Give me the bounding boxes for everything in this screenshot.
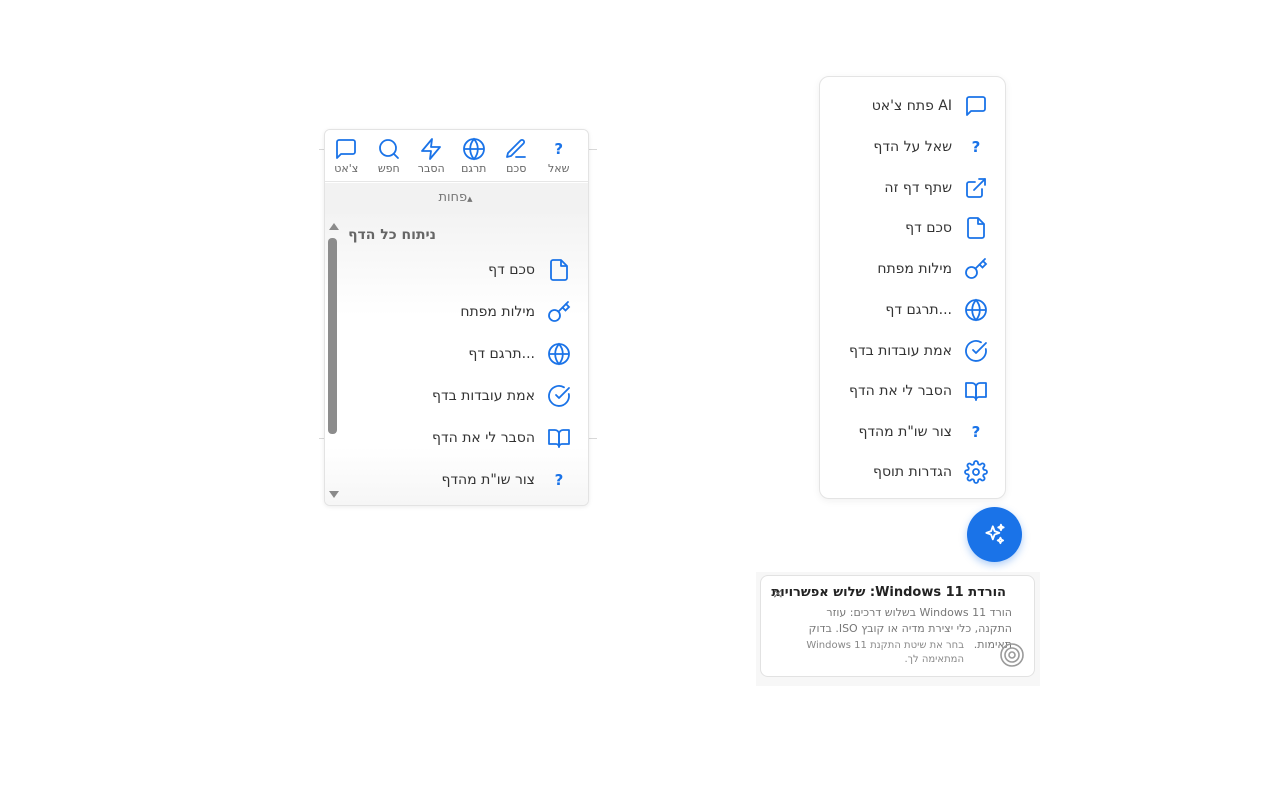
section-title: ניתוח כל הדף xyxy=(348,227,436,243)
item-label: צור שו"ת מהדף xyxy=(858,424,952,440)
explain-page-item[interactable]: הסבר לי את הדף xyxy=(849,376,989,406)
translate-button[interactable]: תרגם xyxy=(453,130,496,182)
notification-title: הורדת Windows 11: שלוש אפשרויות xyxy=(771,585,1006,600)
item-label: אמת עובדות בדף xyxy=(432,388,535,404)
pencil-icon xyxy=(504,137,528,161)
keywords-item[interactable]: מילות מפתח xyxy=(877,254,989,284)
key-icon xyxy=(546,299,572,325)
search-label: חפש xyxy=(377,162,400,175)
floating-actions-menu: פתח צ'אט AI ? שאל על הדף שתף דף זה סכם ד… xyxy=(819,76,1006,499)
scroll-up-arrow[interactable] xyxy=(329,223,339,230)
target-icon xyxy=(999,642,1025,668)
explain-page-item[interactable]: הסבר לי את הדף xyxy=(432,423,572,453)
ai-assistant-fab[interactable] xyxy=(967,507,1022,562)
document-icon xyxy=(963,215,989,241)
item-label: סכם דף xyxy=(488,262,535,278)
chat-label: צ'אט xyxy=(334,162,359,175)
question-icon: ? xyxy=(971,138,981,156)
chat-icon xyxy=(334,137,358,161)
divider xyxy=(589,438,597,439)
item-label: אמת עובדות בדף xyxy=(849,343,952,359)
gear-icon xyxy=(963,459,989,485)
summarize-page-item[interactable]: סכם דף xyxy=(488,255,572,285)
book-icon xyxy=(963,378,989,404)
check-circle-icon xyxy=(963,338,989,364)
globe-icon xyxy=(462,137,486,161)
page-assistant-panel: ? שאל סכם תרגם הסבר חפש צ'אט פחות▲ ניתוח… xyxy=(324,129,589,506)
create-faq-item[interactable]: ? צור שו"ת מהדף xyxy=(441,465,572,495)
scrollbar[interactable] xyxy=(325,218,341,504)
translate-page-item[interactable]: תרגם דף... xyxy=(468,339,572,369)
item-label: מילות מפתח xyxy=(460,304,535,320)
extension-settings-item[interactable]: הגדרות תוסף xyxy=(873,457,989,487)
scroll-down-arrow[interactable] xyxy=(329,491,339,498)
chat-icon xyxy=(963,93,989,119)
divider xyxy=(589,149,597,150)
globe-icon xyxy=(963,297,989,323)
quick-actions-toolbar: ? שאל סכם תרגם הסבר חפש צ'אט xyxy=(325,130,588,182)
summarize-button[interactable]: סכם xyxy=(495,130,538,182)
fact-check-item[interactable]: אמת עובדות בדף xyxy=(432,381,572,411)
item-label: הגדרות תוסף xyxy=(873,464,952,480)
check-circle-icon xyxy=(546,383,572,409)
show-less-toggle[interactable]: פחות▲ xyxy=(325,190,588,205)
ask-label: שאל xyxy=(548,162,570,175)
item-label: מילות מפתח xyxy=(877,261,952,277)
explain-button[interactable]: הסבר xyxy=(410,130,453,182)
lightning-icon xyxy=(419,137,443,161)
notification-card[interactable]: הורדת Windows 11: שלוש אפשרויות × הורד W… xyxy=(760,575,1035,677)
item-label: תרגם דף... xyxy=(468,346,535,362)
translate-page-item[interactable]: תרגם דף... xyxy=(885,295,989,325)
share-page-item[interactable]: שתף דף זה xyxy=(884,173,989,203)
item-label: צור שו"ת מהדף xyxy=(441,472,535,488)
chevron-up-icon: ▲ xyxy=(467,195,473,203)
summarize-page-item[interactable]: סכם דף xyxy=(905,213,989,243)
question-icon: ? xyxy=(554,140,564,158)
search-icon xyxy=(377,137,401,161)
item-label: שתף דף זה xyxy=(884,180,952,196)
open-ai-chat-item[interactable]: פתח צ'אט AI xyxy=(872,91,989,121)
translate-label: תרגם xyxy=(461,162,487,175)
ask-button[interactable]: ? שאל xyxy=(538,130,581,182)
sparkles-icon xyxy=(982,522,1008,548)
chat-button[interactable]: צ'אט xyxy=(325,130,368,182)
external-link-icon xyxy=(963,175,989,201)
item-label: סכם דף xyxy=(905,220,952,236)
explain-label: הסבר xyxy=(417,162,445,175)
summarize-label: סכם xyxy=(506,162,527,175)
item-label: הסבר לי את הדף xyxy=(849,383,952,399)
search-button[interactable]: חפש xyxy=(368,130,411,182)
notification-description: בחר את שיטת התקנת Windows 11 המתאימה לך. xyxy=(806,640,964,665)
keywords-item[interactable]: מילות מפתח xyxy=(460,297,572,327)
fact-check-item[interactable]: אמת עובדות בדף xyxy=(849,336,989,366)
close-icon[interactable]: × xyxy=(772,586,784,602)
show-less-label: פחות xyxy=(438,190,468,205)
item-label: שאל על הדף xyxy=(873,139,952,155)
question-icon: ? xyxy=(554,471,564,489)
globe-icon xyxy=(546,341,572,367)
item-label: הסבר לי את הדף xyxy=(432,430,535,446)
item-label: פתח צ'אט AI xyxy=(871,98,952,114)
key-icon xyxy=(963,256,989,282)
document-icon xyxy=(546,257,572,283)
ask-about-page-item[interactable]: ? שאל על הדף xyxy=(873,132,989,162)
item-label: תרגם דף... xyxy=(885,302,952,318)
scrollbar-thumb[interactable] xyxy=(328,238,337,434)
book-icon xyxy=(546,425,572,451)
create-faq-item[interactable]: ? צור שו"ת מהדף xyxy=(858,417,989,447)
question-icon: ? xyxy=(971,423,981,441)
